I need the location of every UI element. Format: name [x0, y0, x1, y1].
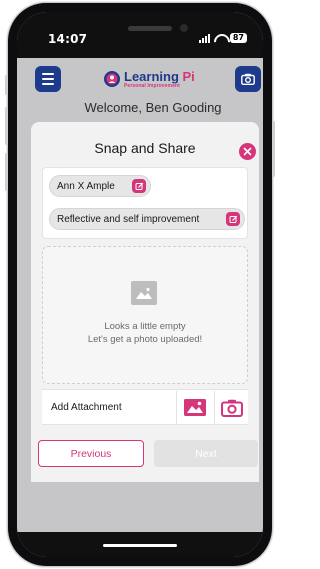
gallery-icon: [183, 399, 206, 416]
phone-screen: 14:07 87 Learning Pi Personal Improvemen…: [17, 12, 263, 557]
bottom-bar: [17, 532, 263, 557]
tag-chip-person[interactable]: Ann X Ample: [49, 175, 151, 197]
logo-subtitle: Personal Improvement: [124, 82, 180, 89]
hamburger-menu-button[interactable]: [35, 66, 61, 92]
menu-line: [42, 83, 54, 85]
tags-container: Ann X Ample Reflective and self improvem…: [42, 167, 248, 239]
side-button: [5, 75, 8, 95]
next-button[interactable]: Next: [154, 440, 258, 467]
empty-state-text: Looks a little empty Let's get a photo u…: [43, 320, 247, 346]
welcome-message: Welcome, Ben Gooding: [84, 100, 222, 115]
close-button[interactable]: [239, 143, 256, 160]
edit-icon[interactable]: [226, 212, 240, 226]
tag-chip-label: Reflective and self improvement: [57, 213, 200, 225]
attachment-row: Add Attachment: [42, 389, 248, 425]
signal-icon: [198, 33, 210, 43]
camera-button[interactable]: [214, 391, 248, 424]
edit-icon[interactable]: [132, 179, 146, 193]
gallery-button[interactable]: [176, 391, 212, 424]
close-icon: [243, 147, 252, 156]
volume-up-button: [5, 107, 8, 145]
previous-button[interactable]: Previous: [38, 440, 144, 467]
navigation-buttons: Previous Next: [31, 440, 259, 468]
status-time: 14:07: [48, 32, 88, 46]
menu-line: [42, 78, 54, 80]
learning-pi-logo: Learning Pi Personal Improvement: [103, 67, 195, 91]
logo-title: Learning Pi: [124, 68, 195, 84]
app-header: Learning Pi Personal Improvement: [17, 58, 263, 102]
power-button: [272, 121, 275, 177]
logo-mark-icon: [103, 70, 121, 88]
battery-icon: 87: [229, 33, 247, 43]
camera-icon: [241, 73, 255, 85]
speaker-notch: [128, 26, 172, 31]
status-icons: 87: [198, 33, 247, 43]
status-bar: 14:07 87: [17, 12, 263, 58]
volume-down-button: [5, 153, 8, 191]
front-camera: [180, 24, 188, 32]
snap-and-share-card: Snap and Share Ann X Ample Reflective an…: [31, 122, 259, 482]
home-indicator[interactable]: [103, 544, 177, 547]
image-placeholder-icon: [131, 281, 157, 305]
card-title: Snap and Share: [94, 140, 196, 156]
tag-chip-label: Ann X Ample: [57, 180, 115, 192]
header-camera-button[interactable]: [235, 66, 261, 92]
wifi-icon: [214, 34, 226, 43]
tag-chip-category[interactable]: Reflective and self improvement: [49, 208, 245, 230]
camera-icon: [220, 399, 243, 417]
menu-line: [42, 73, 54, 75]
empty-state-line-1: Looks a little empty: [104, 321, 186, 332]
photo-upload-area[interactable]: Looks a little empty Let's get a photo u…: [42, 246, 248, 384]
empty-state-line-2: Let's get a photo uploaded!: [87, 334, 203, 345]
add-attachment-label: Add Attachment: [51, 402, 122, 413]
